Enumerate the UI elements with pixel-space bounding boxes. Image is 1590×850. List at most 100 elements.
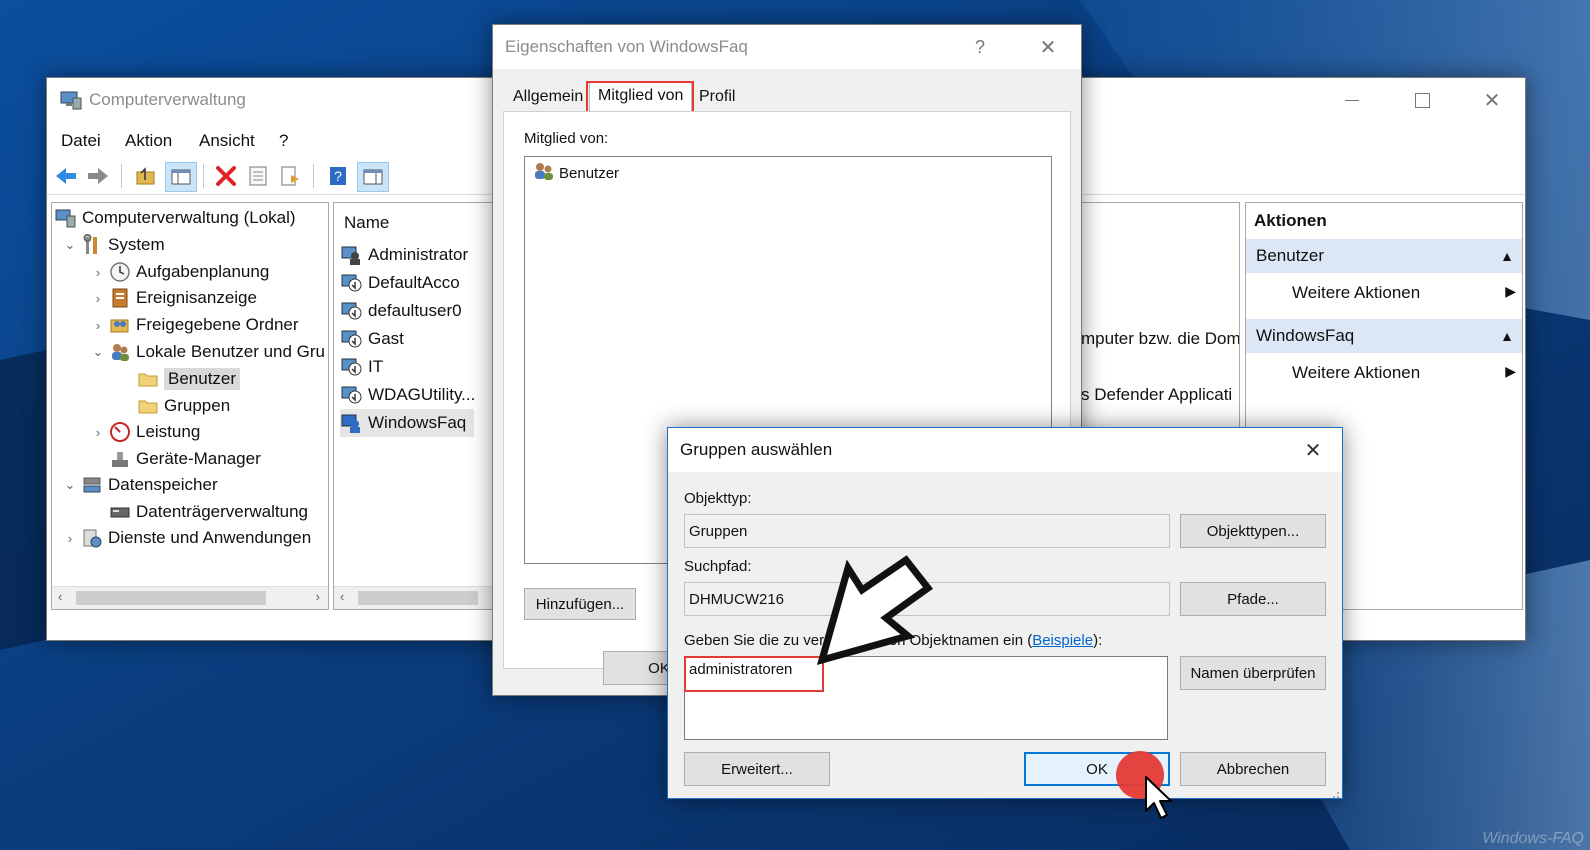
paths-button[interactable]: Pfade... (1180, 582, 1326, 616)
menu-datei[interactable]: Datei (61, 131, 101, 151)
chevron-right-icon[interactable]: › (88, 318, 108, 333)
help-button[interactable]: ? (951, 25, 1009, 69)
device-manager-icon (108, 448, 132, 470)
maximize-icon (1414, 92, 1430, 108)
advanced-button[interactable]: Erweitert... (684, 752, 830, 786)
description-text: mputer bzw. die Dom (1081, 329, 1240, 348)
chevron-down-icon[interactable]: ⌄ (88, 344, 108, 360)
tree-item-users[interactable]: Benutzer (136, 366, 241, 392)
actions-section-windowsfaq[interactable]: WindowsFaq ▲ (1246, 319, 1522, 353)
tree-item-services-apps[interactable]: › Dienste und Anwendungen (60, 525, 311, 551)
close-icon: ✕ (1304, 439, 1322, 462)
chevron-right-icon[interactable]: › (88, 291, 108, 306)
maximize-button[interactable] (1393, 78, 1451, 122)
scroll-right-icon[interactable]: › (316, 589, 320, 604)
column-header-name[interactable]: Name (344, 213, 389, 233)
list-item-user[interactable]: Administrator (340, 241, 468, 269)
description-text: s Defender Applicati (1081, 385, 1233, 404)
computer-management-icon (59, 88, 83, 112)
folder-icon (136, 395, 160, 417)
list-item-user[interactable]: DefaultAcco (340, 269, 460, 297)
menu-aktion[interactable]: Aktion (125, 131, 172, 151)
minimize-icon (1345, 99, 1359, 101)
chevron-right-icon[interactable]: › (88, 425, 108, 440)
cancel-button[interactable]: Abbrechen (1180, 752, 1326, 786)
tab-allgemein[interactable]: Allgemein (505, 83, 591, 111)
tree-item-storage[interactable]: ⌄ Datenspeicher (60, 472, 218, 498)
tree-item-local-users-groups[interactable]: ⌄ Lokale Benutzer und Gru (88, 339, 325, 365)
shared-folder-icon (108, 314, 132, 336)
tree-item-performance[interactable]: › Leistung (88, 419, 200, 445)
select-groups-title: Gruppen auswählen (680, 440, 833, 459)
tree-item-groups[interactable]: Gruppen (136, 393, 230, 419)
cm-title: Computerverwaltung (89, 90, 246, 109)
chevron-down-icon[interactable]: ⌄ (60, 477, 80, 493)
help-icon: ? (330, 167, 346, 185)
minimize-button[interactable] (1323, 78, 1381, 122)
scroll-thumb[interactable] (76, 591, 266, 605)
tree-item-device-manager[interactable]: Geräte-Manager (108, 446, 261, 472)
show-hide-tree-button[interactable] (165, 162, 197, 192)
tree-item-task-scheduler[interactable]: › Aufgabenplanung (88, 259, 269, 285)
ok-button[interactable]: OK (1024, 752, 1170, 786)
tree-item-shared-folders[interactable]: › Freigegebene Ordner (88, 312, 299, 338)
list-item-user[interactable]: WDAGUtility... (340, 381, 475, 409)
list-item-group[interactable]: Benutzer (533, 161, 619, 185)
up-folder-button[interactable] (131, 162, 161, 190)
chevron-right-icon[interactable]: › (60, 531, 80, 546)
select-groups-dialog: Gruppen auswählen ✕ Objekttyp: Gruppen O… (667, 427, 1343, 799)
tree-item-event-viewer[interactable]: › Ereignisanzeige (88, 285, 257, 311)
back-button[interactable] (51, 162, 81, 190)
scroll-thumb[interactable] (358, 591, 478, 605)
resize-grip-icon[interactable] (1330, 786, 1340, 798)
object-types-button[interactable]: Objekttypen... (1180, 514, 1326, 548)
tree-item-system[interactable]: ⌄ System (60, 232, 165, 258)
tree-horizontal-scrollbar[interactable]: ‹ › (52, 586, 328, 609)
properties-button[interactable] (243, 162, 273, 190)
list-horizontal-scrollbar[interactable]: ‹ (334, 586, 494, 609)
add-button[interactable]: Hinzufügen... (524, 588, 636, 620)
action-more-actions[interactable]: Weitere Aktionen ▶ (1292, 283, 1516, 303)
examples-link[interactable]: Beispiele (1032, 632, 1093, 649)
close-button[interactable]: ✕ (1019, 25, 1077, 69)
console-tree-icon (171, 169, 191, 185)
export-button[interactable] (275, 162, 305, 190)
scroll-left-icon[interactable]: ‹ (58, 589, 62, 604)
delete-button[interactable] (211, 162, 241, 190)
menu-ansicht[interactable]: Ansicht (199, 131, 255, 151)
forward-button[interactable] (83, 162, 113, 190)
list-item-user[interactable]: IT (340, 353, 383, 381)
computer-management-icon (54, 207, 78, 229)
close-button[interactable]: ✕ (1463, 78, 1521, 122)
watermark: Windows-FAQ (1482, 830, 1584, 847)
search-path-label: Suchpfad: (684, 558, 752, 575)
delete-icon (216, 166, 236, 186)
check-names-button[interactable]: Namen überprüfen (1180, 656, 1326, 690)
collapse-up-icon[interactable]: ▲ (1500, 239, 1514, 273)
list-item-user[interactable]: defaultuser0 (340, 297, 462, 325)
show-hide-actions-button[interactable] (357, 162, 389, 192)
storage-icon (80, 474, 104, 496)
clock-icon (108, 261, 132, 283)
chevron-right-icon[interactable]: › (88, 265, 108, 280)
menu-help[interactable]: ? (279, 131, 288, 151)
disabled-user-icon (340, 300, 364, 322)
chevron-down-icon[interactable]: ⌄ (60, 237, 80, 253)
help-button[interactable]: ? (323, 162, 353, 190)
collapse-up-icon[interactable]: ▲ (1500, 319, 1514, 353)
select-groups-title-bar[interactable]: Gruppen auswählen ✕ (668, 428, 1342, 472)
tree-item-computer-management[interactable]: Computerverwaltung (Lokal) (54, 205, 296, 231)
search-path-field: DHMUCW216 (684, 582, 1170, 616)
performance-icon (108, 421, 132, 443)
list-item-user[interactable]: Gast (340, 325, 404, 353)
tree-item-disk-management[interactable]: Datenträgerverwaltung (108, 499, 308, 525)
user-list-pane: Name Administrator DefaultAcco defaultus… (333, 202, 495, 610)
export-list-icon (281, 166, 299, 186)
action-more-actions[interactable]: Weitere Aktionen ▶ (1292, 363, 1516, 383)
close-button[interactable]: ✕ (1284, 428, 1342, 472)
properties-title-bar[interactable]: Eigenschaften von WindowsFaq ? ✕ (493, 25, 1081, 69)
scroll-left-icon[interactable]: ‹ (340, 589, 344, 604)
list-item-user-selected[interactable]: WindowsFaq (340, 409, 475, 437)
tab-profil[interactable]: Profil (691, 83, 743, 111)
actions-section-benutzer[interactable]: Benutzer ▲ (1246, 239, 1522, 273)
